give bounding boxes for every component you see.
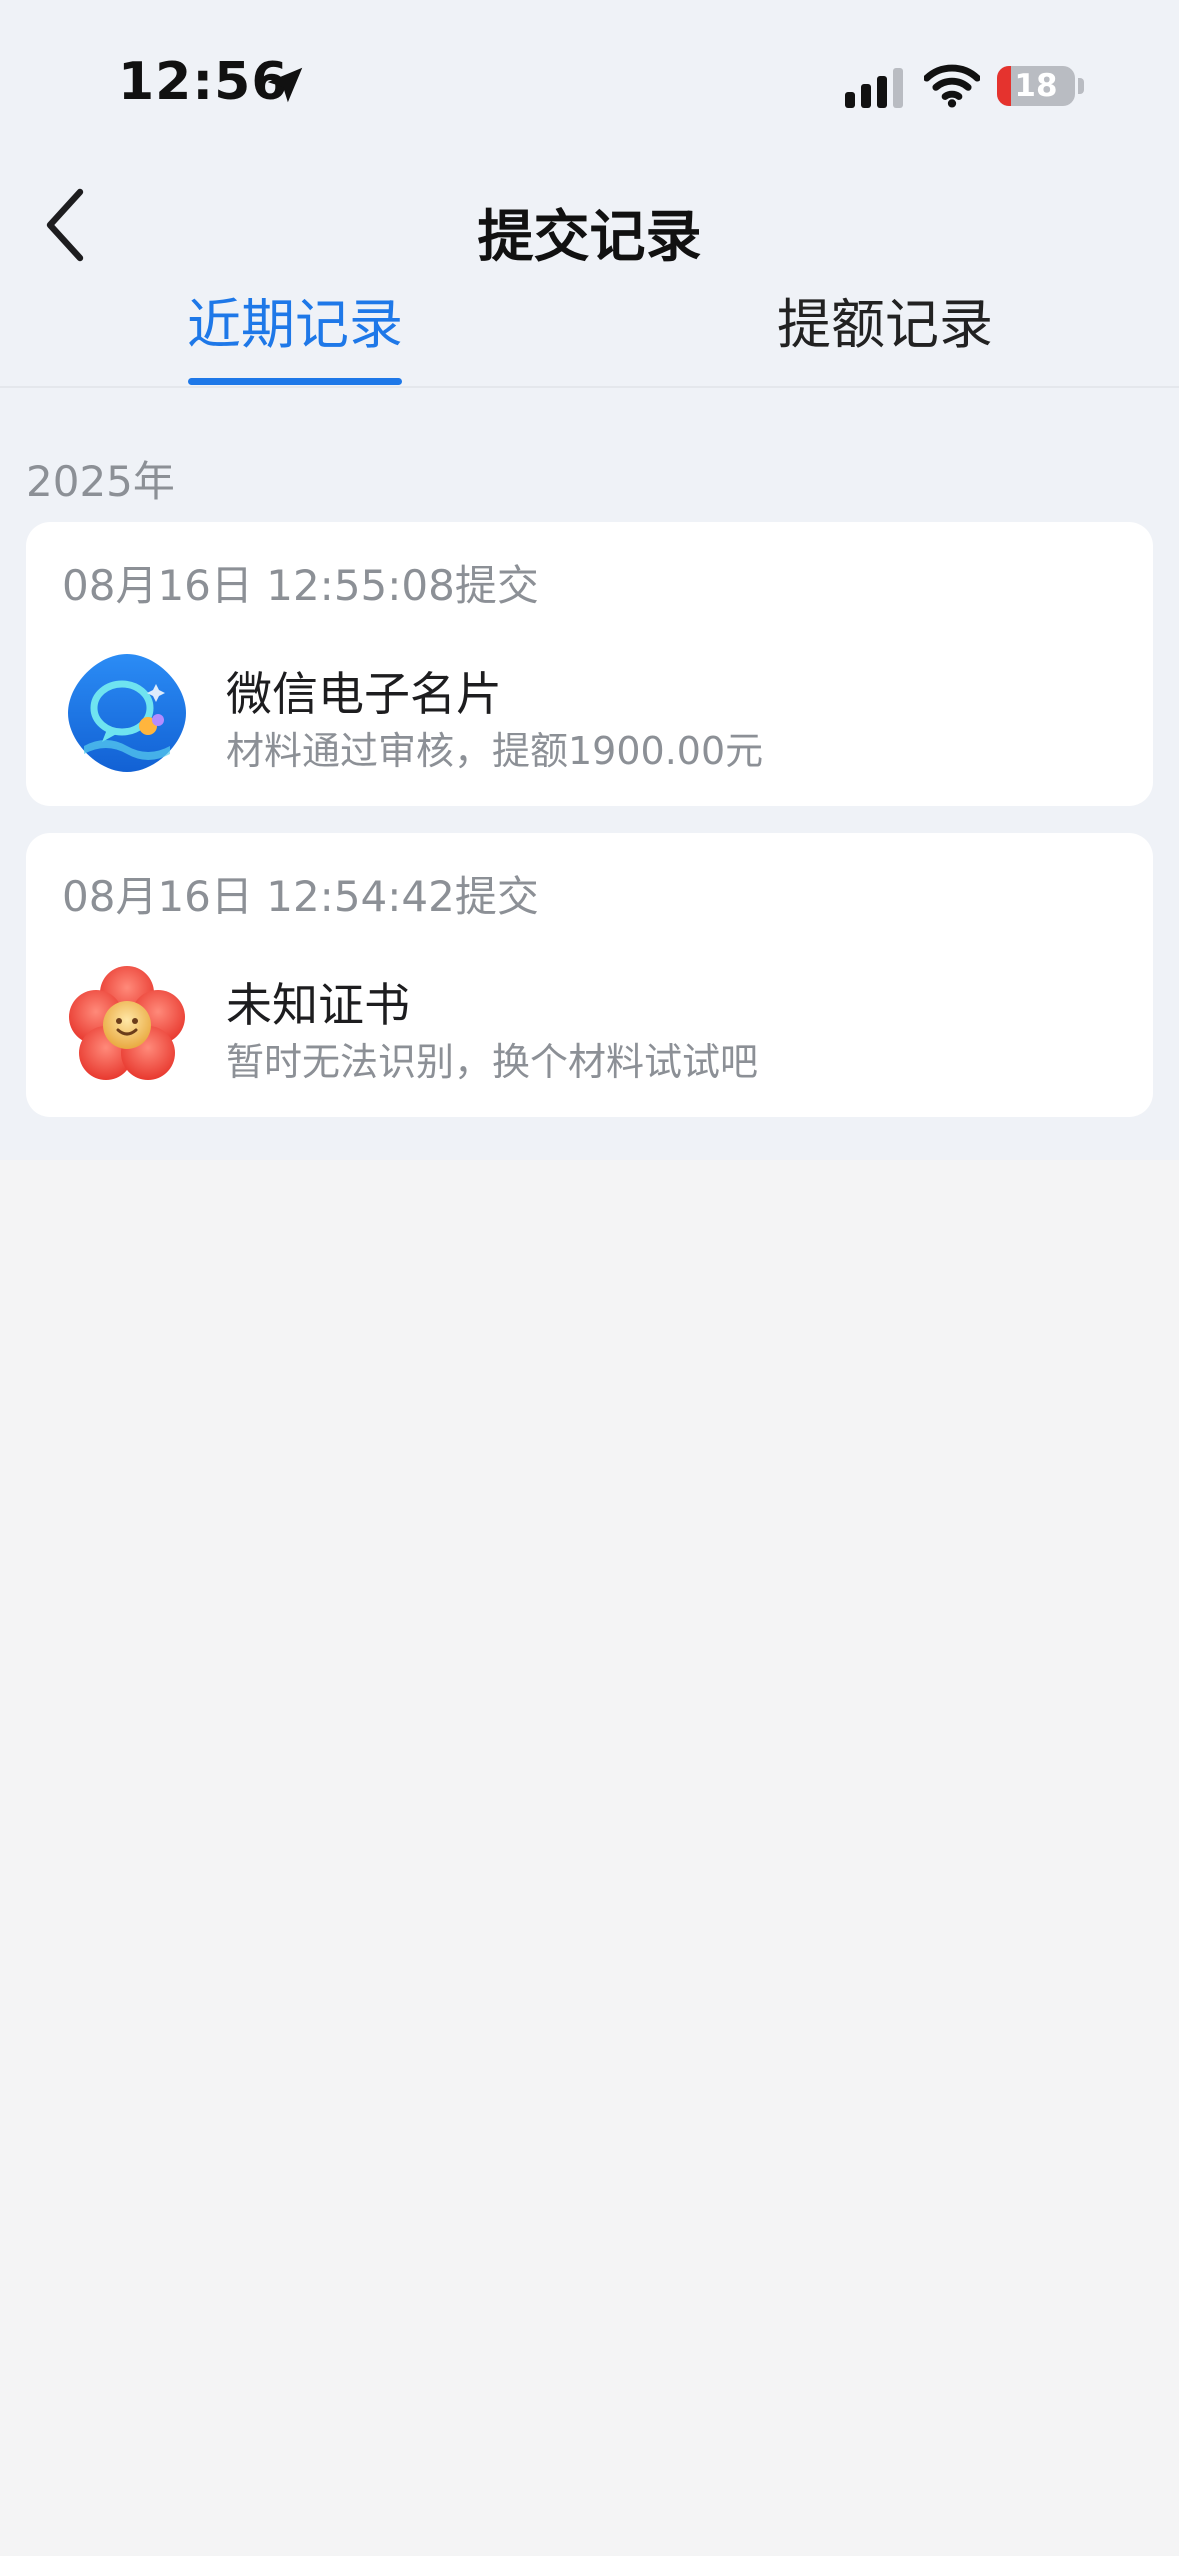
year-header: 2025年 — [26, 457, 175, 506]
record-card[interactable]: 08月16日 12:55:08提交 微信电子名片 材料通过审核，提额1900.0… — [26, 522, 1153, 806]
battery-tip — [1078, 78, 1084, 94]
wechat-card-app-icon — [68, 654, 186, 772]
record-title: 未知证书 — [226, 978, 410, 1032]
record-status: 暂时无法识别，换个材料试试吧 — [226, 1040, 759, 1084]
record-title: 微信电子名片 — [226, 667, 502, 721]
tab-quota-records[interactable]: 提额记录 — [760, 290, 1010, 380]
tab-label: 提额记录 — [777, 293, 993, 356]
submit-time: 08月16日 12:54:42提交 — [62, 872, 539, 921]
location-arrow-icon — [267, 67, 303, 103]
submit-time: 08月16日 12:55:08提交 — [62, 561, 539, 610]
battery-icon: 18 — [997, 66, 1075, 106]
record-card[interactable]: 08月16日 12:54:42提交 未知证书 暂时无法识别，换个材料试试吧 — [26, 833, 1153, 1117]
divider — [0, 386, 1179, 388]
record-status: 材料通过审核，提额1900.00元 — [226, 729, 764, 773]
page-title: 提交记录 — [477, 205, 702, 270]
battery-level: 18 — [1014, 68, 1058, 104]
active-tab-indicator — [188, 378, 402, 385]
tab-recent-records[interactable]: 近期记录 — [180, 290, 410, 385]
red-flower-icon — [69, 966, 185, 1080]
cellular-signal-icon — [845, 68, 903, 108]
tab-label: 近期记录 — [187, 293, 403, 356]
wifi-icon — [924, 64, 980, 108]
